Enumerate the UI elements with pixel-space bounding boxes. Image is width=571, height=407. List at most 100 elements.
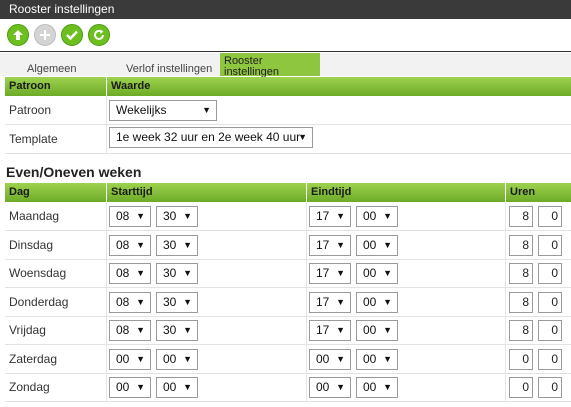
end-hour-select[interactable]: 17 ▼ <box>309 206 351 227</box>
chevron-down-icon: ▼ <box>383 354 392 364</box>
start-minute-select[interactable]: 30 ▼ <box>156 206 198 227</box>
end-minute-select[interactable]: 00 ▼ <box>356 206 398 227</box>
window-title: Rooster instellingen <box>0 0 571 19</box>
confirm-button[interactable] <box>61 24 83 46</box>
minutes-input[interactable]: 0 <box>538 349 562 370</box>
chevron-down-icon: ▼ <box>383 325 392 335</box>
hours-input[interactable]: 8 <box>509 263 533 284</box>
chevron-down-icon: ▼ <box>183 211 192 221</box>
chevron-down-icon: ▼ <box>383 297 392 307</box>
tab-verlof-instellingen[interactable]: Verlof instellingen <box>126 53 212 76</box>
chevron-down-icon: ▼ <box>336 268 345 278</box>
minutes-input[interactable]: 0 <box>538 206 562 227</box>
end-hour-select[interactable]: 17 ▼ <box>309 263 351 284</box>
chevron-down-icon: ▼ <box>136 382 145 392</box>
tab-rooster-instellingen[interactable]: Rooster instellingen <box>220 53 320 78</box>
chevron-down-icon: ▼ <box>336 325 345 335</box>
chevron-down-icon: ▼ <box>298 132 307 142</box>
end-minute-select[interactable]: 00 ▼ <box>356 292 398 313</box>
settings-row: Template 1e week 32 uur en 2e week 40 uu… <box>5 125 571 154</box>
start-hour-select[interactable]: 08 ▼ <box>109 235 151 256</box>
schedule-row: Dinsdag 08 ▼ 30 ▼ 17 ▼ 00 ▼ 8 0 <box>5 231 571 260</box>
chevron-down-icon: ▼ <box>383 211 392 221</box>
minutes-input[interactable]: 0 <box>538 377 562 398</box>
start-hour-select[interactable]: 00 ▼ <box>109 349 151 370</box>
end-minute-select[interactable]: 00 ▼ <box>356 349 398 370</box>
end-hour-select[interactable]: 00 ▼ <box>309 377 351 398</box>
hours-input[interactable]: 8 <box>509 320 533 341</box>
section-title: Even/Oneven weken <box>6 164 142 180</box>
hours-input[interactable]: 0 <box>509 349 533 370</box>
day-label: Zondag <box>9 380 50 394</box>
settings-table-header: Patroon Waarde <box>5 77 571 96</box>
add-button[interactable] <box>34 24 56 46</box>
minutes-input[interactable]: 0 <box>538 263 562 284</box>
chevron-down-icon: ▼ <box>336 297 345 307</box>
header-eindtijd: Eindtijd <box>311 186 352 198</box>
refresh-button[interactable] <box>88 24 110 46</box>
chevron-down-icon: ▼ <box>136 354 145 364</box>
refresh-icon <box>94 29 104 40</box>
day-label: Dinsdag <box>9 238 54 252</box>
start-minute-select[interactable]: 30 ▼ <box>156 235 198 256</box>
minutes-input[interactable]: 0 <box>538 235 562 256</box>
tab-bar: Algemeen Verlof instellingen Rooster ins… <box>0 53 571 78</box>
end-hour-select[interactable]: 17 ▼ <box>309 235 351 256</box>
hours-input[interactable]: 8 <box>509 235 533 256</box>
settings-label: Template <box>9 132 58 146</box>
chevron-down-icon: ▼ <box>183 297 192 307</box>
chevron-down-icon: ▼ <box>136 268 145 278</box>
check-icon <box>66 30 78 41</box>
header-starttijd: Starttijd <box>111 186 153 198</box>
schedule-row: Zaterdag 00 ▼ 00 ▼ 00 ▼ 00 ▼ 0 0 <box>5 345 571 374</box>
hours-input[interactable]: 8 <box>509 206 533 227</box>
start-hour-select[interactable]: 08 ▼ <box>109 292 151 313</box>
end-minute-select[interactable]: 00 ▼ <box>356 320 398 341</box>
hours-input[interactable]: 0 <box>509 377 533 398</box>
end-hour-select[interactable]: 17 ▼ <box>309 292 351 313</box>
chevron-down-icon: ▼ <box>183 268 192 278</box>
settings-row: Patroon Wekelijks ▼ <box>5 96 571 125</box>
day-label: Zaterdag <box>9 352 58 366</box>
schedule-row: Woensdag 08 ▼ 30 ▼ 17 ▼ 00 ▼ 8 0 <box>5 259 571 288</box>
start-minute-select[interactable]: 30 ▼ <box>156 320 198 341</box>
chevron-down-icon: ▼ <box>136 297 145 307</box>
end-hour-select[interactable]: 00 ▼ <box>309 349 351 370</box>
chevron-down-icon: ▼ <box>183 382 192 392</box>
template-select[interactable]: 1e week 32 uur en 2e week 40 uur ▼ <box>109 127 313 148</box>
schedule-row: Donderdag 08 ▼ 30 ▼ 17 ▼ 00 ▼ 8 0 <box>5 288 571 317</box>
end-hour-select[interactable]: 17 ▼ <box>309 320 351 341</box>
chevron-down-icon: ▼ <box>336 240 345 250</box>
toolbar <box>0 19 571 52</box>
day-label: Vrijdag <box>9 323 46 337</box>
upload-button[interactable] <box>7 24 29 46</box>
minutes-input[interactable]: 0 <box>538 320 562 341</box>
start-hour-select[interactable]: 08 ▼ <box>109 206 151 227</box>
patroon-select[interactable]: Wekelijks ▼ <box>109 100 217 121</box>
chevron-down-icon: ▼ <box>336 382 345 392</box>
start-minute-select[interactable]: 30 ▼ <box>156 263 198 284</box>
start-minute-select[interactable]: 30 ▼ <box>156 292 198 313</box>
chevron-down-icon: ▼ <box>136 240 145 250</box>
start-hour-select[interactable]: 00 ▼ <box>109 377 151 398</box>
hours-input[interactable]: 8 <box>509 292 533 313</box>
end-minute-select[interactable]: 00 ▼ <box>356 377 398 398</box>
tab-algemeen[interactable]: Algemeen <box>27 53 77 76</box>
minutes-input[interactable]: 0 <box>538 292 562 313</box>
start-hour-select[interactable]: 08 ▼ <box>109 320 151 341</box>
chevron-down-icon: ▼ <box>336 354 345 364</box>
chevron-down-icon: ▼ <box>183 240 192 250</box>
header-uren: Uren <box>510 186 536 198</box>
chevron-down-icon: ▼ <box>136 325 145 335</box>
schedule-row: Zondag 00 ▼ 00 ▼ 00 ▼ 00 ▼ 0 0 <box>5 373 571 402</box>
start-hour-select[interactable]: 08 ▼ <box>109 263 151 284</box>
chevron-down-icon: ▼ <box>202 105 211 115</box>
start-minute-select[interactable]: 00 ▼ <box>156 349 198 370</box>
settings-label: Patroon <box>9 103 52 117</box>
end-minute-select[interactable]: 00 ▼ <box>356 235 398 256</box>
chevron-down-icon: ▼ <box>136 211 145 221</box>
end-minute-select[interactable]: 00 ▼ <box>356 263 398 284</box>
plus-icon <box>40 30 50 40</box>
start-minute-select[interactable]: 00 ▼ <box>156 377 198 398</box>
header-dag: Dag <box>9 186 30 198</box>
